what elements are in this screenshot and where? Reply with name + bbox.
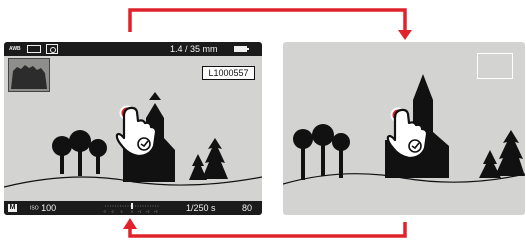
ev-tick: +1	[138, 210, 142, 214]
iso-value: ISO 100	[30, 203, 57, 213]
pine-tree-icon	[202, 138, 228, 179]
ev-tick: 0	[131, 210, 133, 214]
live-view-screen[interactable]: AWB 1.4 / 35 mm L1000557 M ISO 100 -3 -2…	[4, 42, 262, 215]
bottom-status-bar: M ISO 100 -3 -2 -1 0 +1 +2 +3 1/250 s 80	[4, 201, 262, 215]
pine-tree-icon	[495, 130, 525, 176]
ev-tick: -1	[120, 210, 123, 214]
exposure-mode: M	[8, 204, 17, 212]
ev-tick: +2	[146, 210, 150, 214]
arrow-to-playback-head	[398, 30, 412, 40]
playback-screen[interactable]	[283, 42, 525, 215]
tap-hand-icon	[386, 107, 429, 160]
remaining-shots: 80	[242, 203, 253, 213]
tap-hand-icon	[115, 105, 158, 158]
arrow-to-liveview-head	[123, 218, 137, 229]
ev-tick: +3	[154, 210, 158, 214]
ev-tick: -3	[103, 210, 106, 214]
arrow-to-playback	[128, 8, 407, 36]
exposure-scale: -3 -2 -1 0 +1 +2 +3	[103, 203, 159, 214]
pine-tree-icon	[189, 154, 207, 180]
iso-label: ISO	[30, 205, 39, 212]
pine-tree-icon	[479, 150, 501, 178]
ev-tick: -2	[111, 210, 114, 214]
arrow-to-liveview	[128, 222, 407, 238]
shutter-speed: 1/250 s	[186, 203, 216, 213]
